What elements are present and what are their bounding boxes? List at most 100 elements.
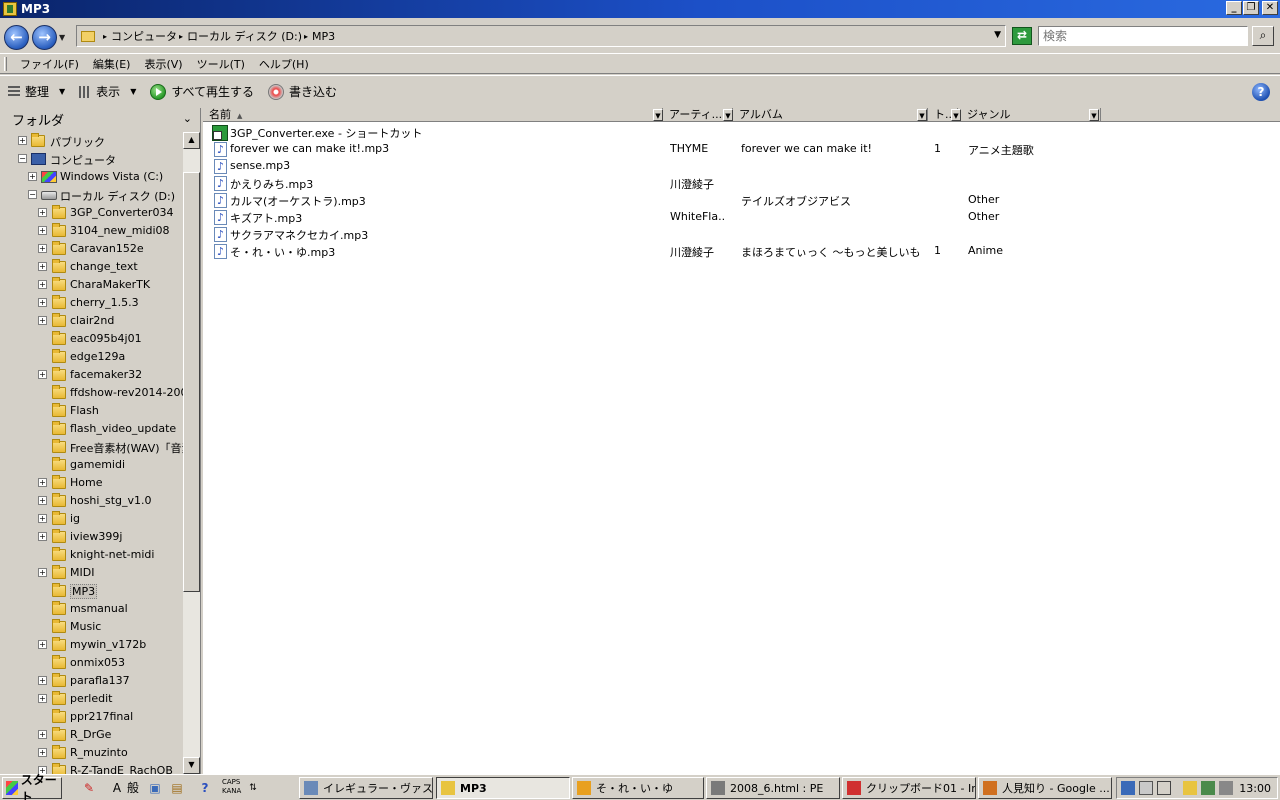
expand-icon[interactable]: + <box>38 676 47 685</box>
expand-icon[interactable]: + <box>38 370 47 379</box>
desktop-tray-icon[interactable] <box>1157 781 1171 795</box>
tree-item[interactable]: +3104_new_midi08 <box>0 222 183 240</box>
taskbar-button[interactable]: そ・れ・い・ゆ <box>572 777 704 799</box>
expand-icon[interactable]: + <box>38 568 47 577</box>
tree-item[interactable]: +3GP_Converter034 <box>0 204 183 222</box>
taskbar-button[interactable]: 人見知り - Google ... <box>978 777 1112 799</box>
tree-item[interactable]: + perledit <box>0 690 183 708</box>
expand-icon[interactable]: + <box>38 208 47 217</box>
breadcrumb-drive-d[interactable]: ▸ ローカル ディスク (D:) <box>177 28 302 44</box>
chevron-down-icon[interactable]: ⌄ <box>183 112 192 125</box>
ime-general-icon[interactable]: 般 <box>124 779 142 797</box>
scroll-down-button[interactable]: ▼ <box>183 757 200 774</box>
menu-file[interactable]: ファイル(F) <box>13 55 86 73</box>
tree-item[interactable]: ffdshow-rev2014-2008 <box>0 384 183 402</box>
file-row[interactable]: ♪ サクラアマネクセカイ.mp3 <box>203 225 1280 242</box>
scrollbar-thumb[interactable] <box>183 172 200 592</box>
expand-icon[interactable]: + <box>38 262 47 271</box>
tree-item[interactable]: MP3 <box>0 582 183 600</box>
expand-icon[interactable]: + <box>38 514 47 523</box>
recent-pages-dropdown[interactable]: ▼ <box>59 33 65 42</box>
tree-item[interactable]: Flash <box>0 402 183 420</box>
file-row[interactable]: ♪ sense.mp3 <box>203 157 1280 174</box>
breadcrumb-arrow-icon[interactable]: ▸ <box>304 32 308 41</box>
tree-item[interactable]: + CharaMakerTK <box>0 276 183 294</box>
volume-icon[interactable] <box>1219 781 1233 795</box>
burn-button[interactable]: 書き込む <box>268 83 337 100</box>
file-row[interactable]: ♪ カルマ(オーケストラ).mp3 テイルズオブジアビス Other <box>203 191 1280 208</box>
tree-item[interactable]: + facemaker32 <box>0 366 183 384</box>
tree-item[interactable]: − コンピュータ <box>0 150 183 168</box>
search-input[interactable] <box>1038 26 1248 46</box>
tree-item[interactable]: ppr217final <box>0 708 183 726</box>
network-tray-icon[interactable] <box>1201 781 1215 795</box>
expand-icon[interactable]: + <box>38 532 47 541</box>
address-dropdown-icon[interactable]: ▼ <box>994 30 1001 40</box>
expand-icon[interactable]: + <box>38 496 47 505</box>
back-button[interactable]: ← <box>4 25 29 50</box>
tree-item[interactable]: + R_muzinto <box>0 744 183 762</box>
play-all-button[interactable]: すべて再生する <box>150 83 254 100</box>
address-bar[interactable]: ▸ コンピュータ ▸ ローカル ディスク (D:) ▸ MP3 ▼ <box>76 25 1006 47</box>
breadcrumb-computer[interactable]: ▸ コンピュータ <box>101 28 177 44</box>
menu-tools[interactable]: ツール(T) <box>190 55 252 73</box>
tree-item[interactable]: Music <box>0 618 183 636</box>
tree-item[interactable]: + change_text <box>0 258 183 276</box>
file-row[interactable]: ♪ かえりみち.mp3 川澄綾子 <box>203 174 1280 191</box>
window-app-icon[interactable] <box>3 2 17 16</box>
taskbar-button[interactable]: 2008_6.html : PE <box>706 777 840 799</box>
help-icon[interactable]: ? <box>1252 83 1270 101</box>
expand-icon[interactable]: + <box>38 280 47 289</box>
folders-pane-header[interactable]: フォルダ ⌄ <box>0 108 200 130</box>
organize-button[interactable]: 整理 ▼ <box>8 83 65 100</box>
close-button[interactable]: ✕ <box>1262 1 1278 15</box>
expand-icon[interactable]: + <box>38 226 47 235</box>
scroll-up-button[interactable]: ▲ <box>183 132 200 149</box>
file-row[interactable]: ♪ forever we can make it!.mp3 THYME forever… <box>203 140 1280 157</box>
tree-item[interactable]: − ローカル ディスク (D:) <box>0 186 183 204</box>
expand-icon[interactable]: + <box>38 298 47 307</box>
breadcrumb-mp3[interactable]: ▸ MP3 <box>302 30 335 43</box>
expand-icon[interactable]: + <box>28 172 37 181</box>
column-filter-dropdown[interactable]: ▼ <box>653 109 663 121</box>
minimize-button[interactable]: _ <box>1226 1 1242 15</box>
menu-help[interactable]: ヘルプ(H) <box>252 55 316 73</box>
ime-options-icon[interactable]: ⇅ <box>244 779 262 797</box>
ime-help-icon[interactable]: ? <box>196 779 214 797</box>
collapse-icon[interactable]: − <box>28 190 37 199</box>
tree-item[interactable]: eac095b4j01 <box>0 330 183 348</box>
breadcrumb-arrow-icon[interactable]: ▸ <box>179 32 183 41</box>
expand-icon[interactable]: + <box>38 640 47 649</box>
expand-icon[interactable]: + <box>38 244 47 253</box>
file-row[interactable]: ♪そ・れ・い・ゆ.mp3 川澄綾子 まほろまてぃっく ～もっと美しいもの～... 1 A… <box>203 242 1280 259</box>
expand-icon[interactable]: + <box>38 478 47 487</box>
tree-item[interactable]: + MIDI <box>0 564 183 582</box>
expand-icon[interactable]: + <box>38 730 47 739</box>
tree-item[interactable]: + Caravan152e <box>0 240 183 258</box>
column-filter-dropdown[interactable]: ▼ <box>951 109 961 121</box>
tree-item[interactable]: gamemidi <box>0 456 183 474</box>
tree-item[interactable]: + cherry_1.5.3 <box>0 294 183 312</box>
outlook-tray-icon[interactable] <box>1121 781 1135 795</box>
forward-button[interactable]: → <box>32 25 57 50</box>
clock[interactable]: 13:00 <box>1239 782 1271 795</box>
search-icon[interactable]: ⌕ <box>1252 26 1274 46</box>
tree-item[interactable]: + clair2nd <box>0 312 183 330</box>
taskbar-button[interactable]: クリップボード01 - Irf... <box>842 777 976 799</box>
tree-item[interactable]: + iview399j <box>0 528 183 546</box>
ime-tool-icon[interactable]: ▤ <box>168 779 186 797</box>
restore-button[interactable]: ❐ <box>1243 1 1259 15</box>
tree-item[interactable]: + mywin_v172b <box>0 636 183 654</box>
file-row[interactable]: ♪ キズアト.mp3 WhiteFla... Other <box>203 208 1280 225</box>
view-button[interactable]: 表示 ▼ <box>79 83 136 100</box>
menu-view[interactable]: 表示(V) <box>137 55 189 73</box>
tree-item[interactable]: + Home <box>0 474 183 492</box>
tree-item[interactable]: + ig <box>0 510 183 528</box>
tree-item[interactable]: onmix053 <box>0 654 183 672</box>
breadcrumb-arrow-icon[interactable]: ▸ <box>103 32 107 41</box>
ime-pad-icon[interactable]: ✎ <box>80 779 98 797</box>
vertical-scrollbar[interactable]: ▲ ▼ <box>183 132 200 774</box>
tree-item[interactable]: msmanual <box>0 600 183 618</box>
refresh-button[interactable]: ⇄ <box>1012 27 1032 45</box>
start-button[interactable]: スタート <box>2 773 62 800</box>
